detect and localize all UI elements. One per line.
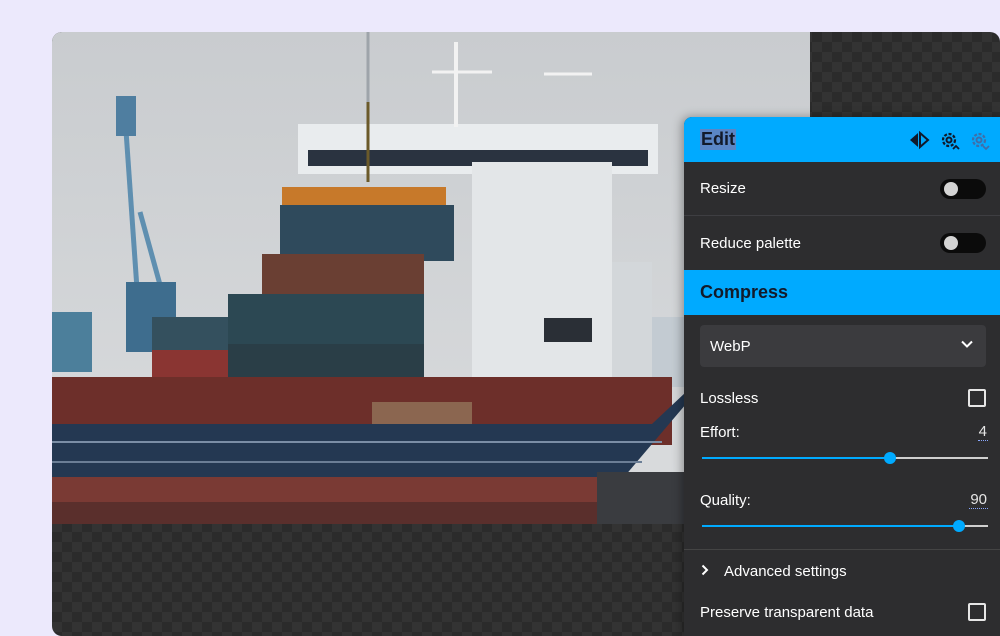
lossless-row: Lossless <box>684 375 1000 421</box>
lossless-label: Lossless <box>700 389 759 407</box>
gear-download-icon[interactable] <box>968 129 990 151</box>
resize-label: Resize <box>700 180 746 197</box>
reduce-palette-toggle[interactable] <box>940 233 986 253</box>
compress-header: Compress <box>684 270 1000 315</box>
preserve-transparent-checkbox[interactable] <box>968 603 986 621</box>
settings-panel: Edit Resize Reduce palette Compress WebP… <box>684 117 1000 636</box>
chevron-down-icon <box>960 337 974 355</box>
quality-slider-fill <box>702 525 960 527</box>
quality-label-row: Quality: 90 <box>684 489 1000 509</box>
effort-label-row: Effort: 4 <box>684 421 1000 441</box>
format-select[interactable]: WebP <box>700 325 986 367</box>
effort-slider-fill <box>702 457 891 459</box>
lossless-checkbox[interactable] <box>968 389 986 407</box>
split-view-icon[interactable] <box>908 129 930 151</box>
advanced-settings-label: Advanced settings <box>724 562 847 580</box>
effort-slider[interactable] <box>702 447 988 469</box>
quality-label: Quality: <box>700 492 751 509</box>
edit-title: Edit <box>700 129 736 150</box>
resize-toggle[interactable] <box>940 178 986 199</box>
reduce-palette-row: Reduce palette <box>684 216 1000 270</box>
quality-slider[interactable] <box>702 515 988 537</box>
quality-value[interactable]: 90 <box>969 492 988 509</box>
advanced-settings-toggle[interactable]: Advanced settings <box>684 550 1000 592</box>
edit-header: Edit <box>684 117 1000 162</box>
header-icons <box>908 129 990 151</box>
effort-slider-thumb[interactable] <box>884 452 897 464</box>
effort-value[interactable]: 4 <box>977 424 988 441</box>
resize-row: Resize <box>684 162 1000 216</box>
gear-upload-icon[interactable] <box>938 129 960 151</box>
reduce-palette-label: Reduce palette <box>700 234 801 252</box>
compress-title: Compress <box>700 282 789 302</box>
chevron-right-icon <box>700 563 710 580</box>
preserve-transparent-row: Preserve transparent data <box>684 592 1000 632</box>
preserve-transparent-label: Preserve transparent data <box>700 603 874 621</box>
effort-label: Effort: <box>700 424 740 441</box>
format-value: WebP <box>710 337 751 355</box>
quality-slider-thumb[interactable] <box>953 520 966 532</box>
